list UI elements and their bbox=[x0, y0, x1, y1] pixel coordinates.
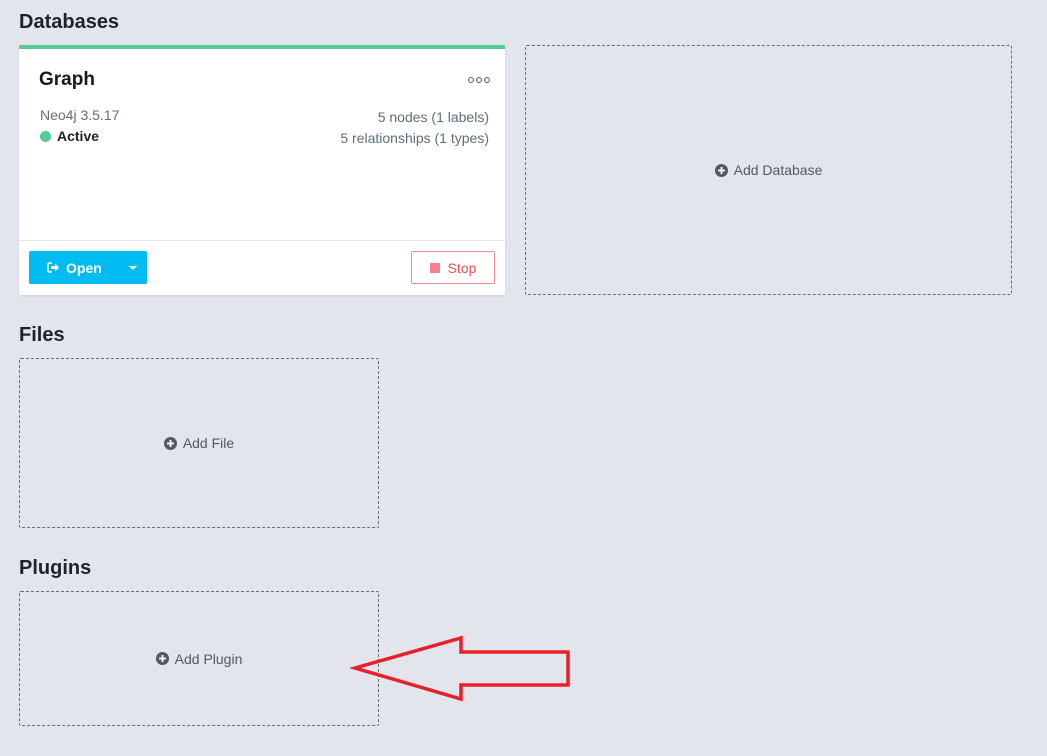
plus-circle-icon bbox=[163, 436, 177, 450]
add-database-button[interactable]: Add Database bbox=[525, 45, 1012, 295]
card-footer: Open Stop bbox=[19, 240, 505, 295]
files-heading: Files bbox=[19, 324, 65, 346]
stop-icon bbox=[429, 262, 440, 273]
plus-circle-icon bbox=[155, 652, 169, 665]
add-database-label: Add Database bbox=[733, 162, 823, 178]
open-split-button: Open bbox=[29, 251, 147, 284]
database-name: Graph bbox=[39, 69, 95, 90]
stop-button-label: Stop bbox=[447, 259, 477, 276]
database-version: Neo4j 3.5.17 bbox=[40, 107, 120, 123]
database-card: Graph Neo4j 3.5.17 Active 5 nodes (1 lab… bbox=[19, 45, 505, 295]
add-file-label: Add File bbox=[182, 435, 235, 451]
add-plugin-button[interactable]: Add Plugin bbox=[19, 591, 379, 726]
database-stats: 5 nodes (1 labels) 5 relationships (1 ty… bbox=[340, 107, 489, 149]
red-arrow-annotation bbox=[350, 635, 570, 702]
project-view: Databases Graph Neo4j 3.5.17 Active 5 no… bbox=[0, 0, 1047, 756]
open-button[interactable]: Open bbox=[29, 251, 119, 284]
open-icon bbox=[47, 262, 59, 273]
nodes-count: 5 nodes (1 labels) bbox=[377, 109, 489, 125]
databases-heading: Databases bbox=[19, 11, 120, 33]
plugins-heading: Plugins bbox=[19, 557, 92, 579]
status-dot-icon bbox=[40, 130, 51, 142]
add-file-button[interactable]: Add File bbox=[19, 358, 379, 528]
more-options-icon[interactable] bbox=[468, 77, 490, 83]
plus-circle-icon bbox=[714, 163, 728, 177]
chevron-down-icon bbox=[129, 265, 137, 270]
database-status: Active bbox=[40, 128, 99, 144]
open-dropdown-toggle[interactable] bbox=[119, 251, 147, 284]
status-label: Active bbox=[57, 128, 100, 144]
relationships-count: 5 relationships (1 types) bbox=[340, 130, 489, 146]
open-button-label: Open bbox=[66, 259, 102, 276]
stop-button[interactable]: Stop bbox=[411, 251, 495, 284]
add-plugin-label: Add Plugin bbox=[174, 650, 243, 667]
